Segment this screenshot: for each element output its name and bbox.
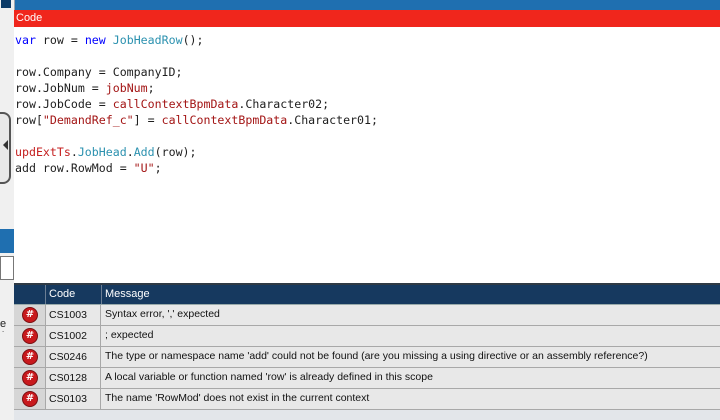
code-token: ; bbox=[154, 161, 162, 175]
column-header-message[interactable]: Message bbox=[105, 285, 150, 304]
error-icon-cell: # bbox=[14, 305, 46, 325]
error-message: A local variable or function named 'row'… bbox=[105, 371, 433, 383]
code-line[interactable] bbox=[15, 128, 378, 144]
error-icon: # bbox=[22, 349, 38, 365]
error-code: CS1002 bbox=[46, 326, 101, 346]
error-row[interactable]: # CS0128 A local variable or function name… bbox=[14, 368, 720, 389]
code-line[interactable]: row.Company = CompanyID; bbox=[15, 64, 378, 80]
error-code: CS0246 bbox=[46, 347, 101, 367]
code-line[interactable]: updExtTs.JobHead.Add(row); bbox=[15, 144, 378, 160]
code-token: ] = bbox=[133, 113, 162, 127]
column-header-code[interactable]: Code bbox=[49, 285, 75, 304]
error-message: The name 'RowMod' does not exist in the … bbox=[105, 392, 370, 404]
error-row[interactable]: # CS0103 The name 'RowMod' does not exist … bbox=[14, 389, 720, 410]
error-message: ; expected bbox=[105, 329, 154, 341]
error-list-header: Code Message bbox=[14, 285, 720, 305]
code-token: "U" bbox=[133, 161, 155, 175]
code-token: add row.RowMod = bbox=[15, 161, 134, 175]
code-token: (row); bbox=[154, 145, 197, 159]
error-icon: # bbox=[22, 307, 38, 323]
code-line[interactable]: var row = new JobHeadRow(); bbox=[15, 32, 378, 48]
background-partial-text: e 1 bbox=[0, 318, 7, 332]
code-token: row = bbox=[35, 33, 85, 47]
error-icon: # bbox=[22, 391, 38, 407]
code-token: . bbox=[126, 145, 134, 159]
code-token: row.JobCode = bbox=[15, 97, 113, 111]
code-token: . bbox=[70, 145, 78, 159]
code-header: Code bbox=[14, 10, 720, 27]
code-token: "DemandRef_c" bbox=[42, 113, 134, 127]
code-token: .Character01; bbox=[287, 113, 378, 127]
code-line[interactable]: row.JobCode = callContextBpmData.Charact… bbox=[15, 96, 378, 112]
code-editor[interactable]: var row = new JobHeadRow(); row.Company =… bbox=[14, 27, 720, 283]
error-icon: # bbox=[22, 370, 38, 386]
error-icon-cell: # bbox=[14, 326, 46, 346]
code-token: row.Company = CompanyID; bbox=[15, 65, 183, 79]
code-editor-dialog: Code var row = new JobHeadRow(); row.Comp… bbox=[14, 10, 720, 420]
error-code: CS0128 bbox=[46, 368, 101, 388]
error-icon-cell: # bbox=[14, 389, 46, 409]
code-token: JobHeadRow bbox=[112, 33, 183, 47]
code-line[interactable]: row["DemandRef_c"] = callContextBpmData.… bbox=[15, 112, 378, 128]
code-token: callContextBpmData bbox=[161, 113, 288, 127]
code-token: Add bbox=[133, 145, 155, 159]
code-line[interactable] bbox=[15, 48, 378, 64]
code-token: .Character02; bbox=[238, 97, 330, 111]
code-token: updExtTs bbox=[15, 145, 71, 159]
code-line[interactable]: row.JobNum = jobNum; bbox=[15, 80, 378, 96]
error-row[interactable]: # CS1002 ; expected bbox=[14, 326, 720, 347]
code-token: JobHead bbox=[77, 145, 127, 159]
background-input-box[interactable] bbox=[0, 256, 14, 280]
column-separator bbox=[45, 285, 46, 304]
error-code: CS1003 bbox=[46, 305, 101, 325]
code-token: (); bbox=[182, 33, 204, 47]
error-row[interactable]: # CS0246 The type or namespace name 'add' … bbox=[14, 347, 720, 368]
error-list: Code Message # CS1003 Syntax error, ',' ex… bbox=[14, 285, 720, 420]
code-token: var bbox=[15, 33, 36, 47]
background-window-edge bbox=[0, 0, 15, 420]
error-code: CS0103 bbox=[46, 389, 101, 409]
error-icon-cell: # bbox=[14, 368, 46, 388]
window-icon bbox=[1, 0, 11, 8]
error-icon: # bbox=[22, 328, 38, 344]
code-lines[interactable]: var row = new JobHeadRow(); row.Company =… bbox=[15, 32, 378, 176]
code-token: callContextBpmData bbox=[112, 97, 239, 111]
code-token: new bbox=[84, 33, 106, 47]
column-separator bbox=[101, 285, 102, 304]
code-line[interactable]: add row.RowMod = "U"; bbox=[15, 160, 378, 176]
code-token: row[ bbox=[15, 113, 43, 127]
error-icon-cell: # bbox=[14, 347, 46, 367]
background-window-titlebar bbox=[0, 0, 720, 10]
code-token: jobNum bbox=[105, 81, 148, 95]
code-token: row.JobNum = bbox=[15, 81, 106, 95]
code-token: ; bbox=[147, 81, 155, 95]
error-message: Syntax error, ',' expected bbox=[105, 308, 220, 320]
collapse-arrow-icon[interactable] bbox=[3, 140, 8, 150]
error-row[interactable]: # CS1003 Syntax error, ',' expected bbox=[14, 305, 720, 326]
background-panel-header bbox=[0, 229, 14, 253]
error-message: The type or namespace name 'add' could n… bbox=[105, 350, 648, 362]
